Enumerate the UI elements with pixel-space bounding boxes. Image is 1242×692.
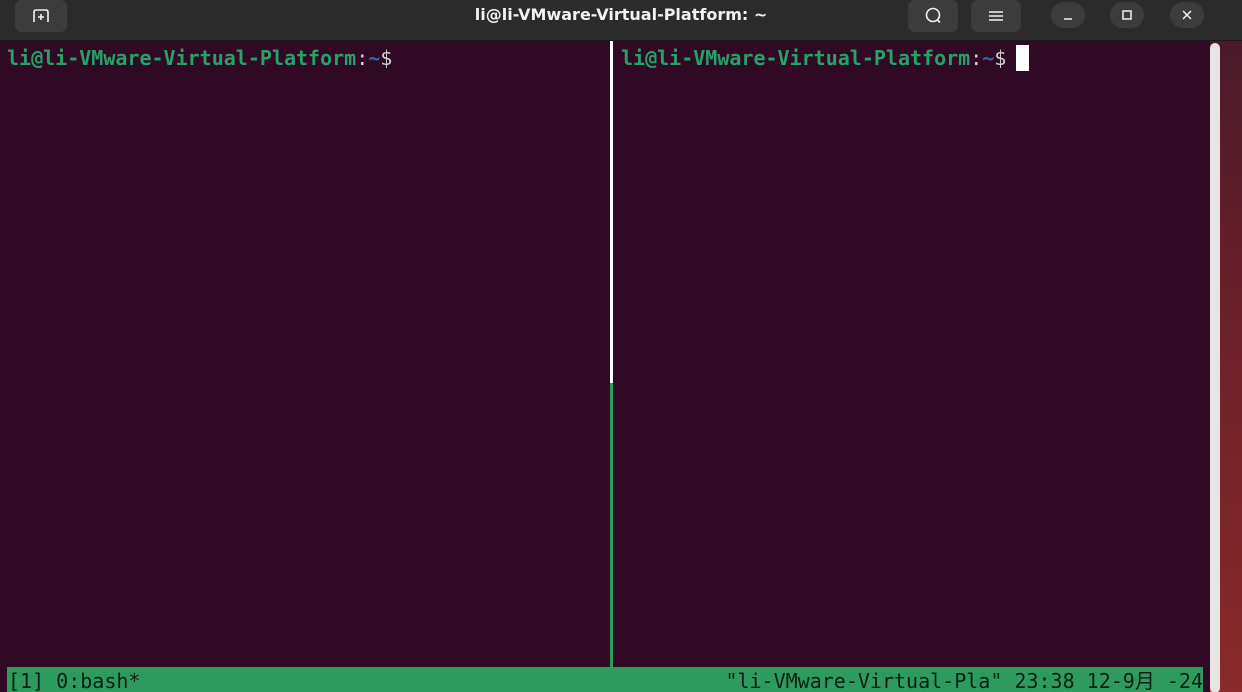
prompt-colon: :	[970, 46, 983, 70]
text-cursor	[1016, 45, 1030, 71]
new-tab-button[interactable]	[15, 0, 67, 32]
minimize-icon	[1064, 18, 1072, 20]
prompt-user-host: li@li-VMware-Virtual-Platform	[621, 46, 971, 70]
prompt-dollar: $	[380, 46, 393, 70]
search-button[interactable]	[908, 0, 958, 32]
minimize-button[interactable]	[1051, 2, 1085, 28]
tmux-pane-right[interactable]: li@li-VMware-Virtual-Platform:~$	[615, 41, 1210, 667]
terminal-area[interactable]: li@li-VMware-Virtual-Platform:~$ li@li-V…	[0, 41, 1210, 692]
terminal-window: li@li-VMware-Virtual-Platform: ~ li@li-V…	[0, 0, 1242, 692]
scrollbar-thumb[interactable]	[1210, 43, 1220, 692]
pane-divider-active[interactable]	[610, 41, 613, 383]
prompt-path: ~	[368, 46, 381, 70]
tmux-pane-left[interactable]: li@li-VMware-Virtual-Platform:~$	[0, 41, 609, 667]
maximize-button[interactable]	[1110, 2, 1144, 28]
maximize-icon	[1122, 10, 1132, 20]
close-icon	[1182, 10, 1192, 20]
close-button[interactable]	[1170, 2, 1204, 28]
menu-button[interactable]	[971, 0, 1021, 32]
shell-prompt: li@li-VMware-Virtual-Platform:~$	[7, 45, 392, 71]
status-window-list[interactable]: [1] 0:bash*	[8, 667, 140, 692]
hamburger-menu-icon	[989, 11, 1003, 21]
prompt-dollar: $	[994, 46, 1007, 70]
search-icon	[925, 7, 941, 24]
tmux-status-bar: [1] 0:bash* "li-VMware-Virtual-Pla" 23:3…	[7, 667, 1203, 692]
title-bar[interactable]: li@li-VMware-Virtual-Platform: ~	[0, 0, 1242, 41]
shell-prompt: li@li-VMware-Virtual-Platform:~$	[621, 45, 1030, 71]
scrollbar[interactable]	[1210, 41, 1242, 692]
prompt-colon: :	[356, 46, 369, 70]
prompt-user-host: li@li-VMware-Virtual-Platform	[7, 46, 357, 70]
pane-divider[interactable]	[610, 383, 613, 667]
new-tab-icon	[33, 9, 49, 22]
status-host-time: "li-VMware-Virtual-Pla" 23:38 12-9月 -24	[725, 669, 1203, 692]
prompt-path: ~	[982, 46, 995, 70]
